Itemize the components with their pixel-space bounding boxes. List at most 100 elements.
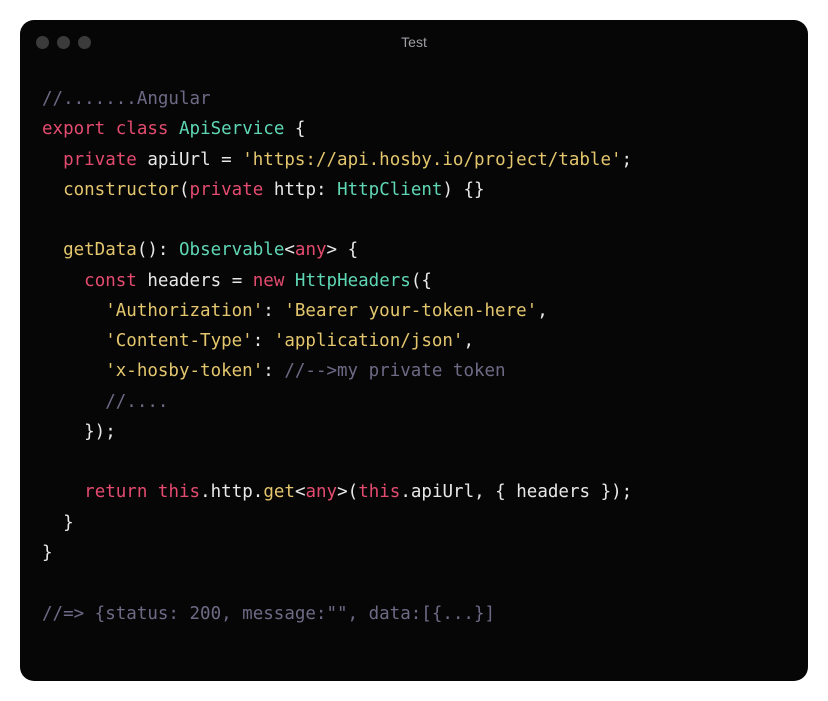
code-token: return	[84, 482, 147, 502]
code-token: {	[284, 119, 305, 139]
code-line: 'Content-Type': 'application/json',	[42, 326, 786, 356]
code-token: ;	[622, 150, 633, 170]
code-token: any	[295, 240, 327, 260]
code-token: :	[316, 180, 337, 200]
code-line: //=> {status: 200, message:"", data:[{..…	[42, 599, 786, 629]
code-line	[42, 447, 786, 477]
code-token: HttpHeaders	[295, 271, 411, 291]
code-token: });	[590, 482, 632, 502]
code-token: }	[42, 513, 74, 533]
code-token	[137, 271, 148, 291]
minimize-icon[interactable]	[57, 36, 70, 49]
code-token: 'https://api.hosby.io/project/table'	[242, 150, 621, 170]
code-token: constructor	[63, 180, 179, 200]
code-editor[interactable]: //.......Angular export class ApiService …	[20, 64, 808, 681]
code-window: Test //.......Angular export class ApiSer…	[20, 20, 808, 681]
code-token: private	[63, 150, 137, 170]
code-token: (	[179, 180, 190, 200]
code-token: getData	[63, 240, 137, 260]
code-token: , {	[474, 482, 516, 502]
code-token: (	[348, 482, 359, 502]
code-token	[42, 361, 105, 381]
code-token: .	[253, 482, 264, 502]
code-token: 'application/json'	[274, 331, 464, 351]
code-token: <	[284, 240, 295, 260]
code-token: <	[295, 482, 306, 502]
code-token: :	[253, 331, 274, 351]
code-token	[42, 301, 105, 321]
code-token: 'x-hosby-token'	[105, 361, 263, 381]
code-token: this	[358, 482, 400, 502]
code-token: //.......Angular	[42, 89, 211, 109]
code-token	[263, 180, 274, 200]
code-token: =	[211, 150, 243, 170]
code-token	[284, 271, 295, 291]
code-token: ({	[411, 271, 432, 291]
code-line	[42, 568, 786, 598]
code-token: .	[200, 482, 211, 502]
code-token: get	[263, 482, 295, 502]
code-token: >	[337, 482, 348, 502]
code-token: export	[42, 119, 105, 139]
code-token: any	[305, 482, 337, 502]
code-token: 'Authorization'	[105, 301, 263, 321]
code-line: });	[42, 417, 786, 447]
code-token: =	[221, 271, 253, 291]
code-token: apiUrl	[411, 482, 474, 502]
code-token: ApiService	[179, 119, 284, 139]
maximize-icon[interactable]	[78, 36, 91, 49]
code-token: 'Bearer your-token-here'	[284, 301, 537, 321]
close-icon[interactable]	[36, 36, 49, 49]
code-token	[42, 482, 84, 502]
code-token: });	[42, 422, 116, 442]
code-token: //=> {status: 200, message:"", data:[{..…	[42, 604, 495, 624]
code-token: headers	[147, 271, 221, 291]
code-token	[42, 150, 63, 170]
code-line: export class ApiService {	[42, 114, 786, 144]
code-token	[137, 150, 148, 170]
code-token: new	[253, 271, 285, 291]
code-line: const headers = new HttpHeaders({	[42, 266, 786, 296]
code-token: .	[400, 482, 411, 502]
code-token	[168, 119, 179, 139]
code-token: Observable	[179, 240, 284, 260]
code-line: 'Authorization': 'Bearer your-token-here…	[42, 296, 786, 326]
code-token: ) {}	[442, 180, 484, 200]
code-token: ():	[137, 240, 179, 260]
window-title: Test	[20, 34, 808, 50]
code-line: }	[42, 538, 786, 568]
code-token	[42, 331, 105, 351]
code-line: }	[42, 508, 786, 538]
code-token: {	[337, 240, 358, 260]
code-token	[147, 482, 158, 502]
code-token: this	[158, 482, 200, 502]
traffic-lights	[36, 36, 91, 49]
code-line: private apiUrl = 'https://api.hosby.io/p…	[42, 145, 786, 175]
code-token: http	[274, 180, 316, 200]
code-line: getData(): Observable<any> {	[42, 235, 786, 265]
code-token	[42, 180, 63, 200]
code-token: :	[263, 301, 284, 321]
code-line: return this.http.get<any>(this.apiUrl, {…	[42, 477, 786, 507]
code-token: //....	[105, 392, 168, 412]
code-token: ,	[463, 331, 474, 351]
code-token: ,	[537, 301, 548, 321]
code-line	[42, 205, 786, 235]
code-line: 'x-hosby-token': //-->my private token	[42, 356, 786, 386]
code-token	[42, 271, 84, 291]
code-token: HttpClient	[337, 180, 442, 200]
code-token: http	[211, 482, 253, 502]
code-token: const	[84, 271, 137, 291]
code-token: headers	[516, 482, 590, 502]
code-token	[42, 392, 105, 412]
code-token: //-->my private token	[284, 361, 505, 381]
code-token: >	[327, 240, 338, 260]
code-line: constructor(private http: HttpClient) {}	[42, 175, 786, 205]
code-line: //....	[42, 387, 786, 417]
code-token: private	[190, 180, 264, 200]
code-token: class	[116, 119, 169, 139]
code-token	[105, 119, 116, 139]
code-token: 'Content-Type'	[105, 331, 253, 351]
code-line: //.......Angular	[42, 84, 786, 114]
code-token: apiUrl	[147, 150, 210, 170]
